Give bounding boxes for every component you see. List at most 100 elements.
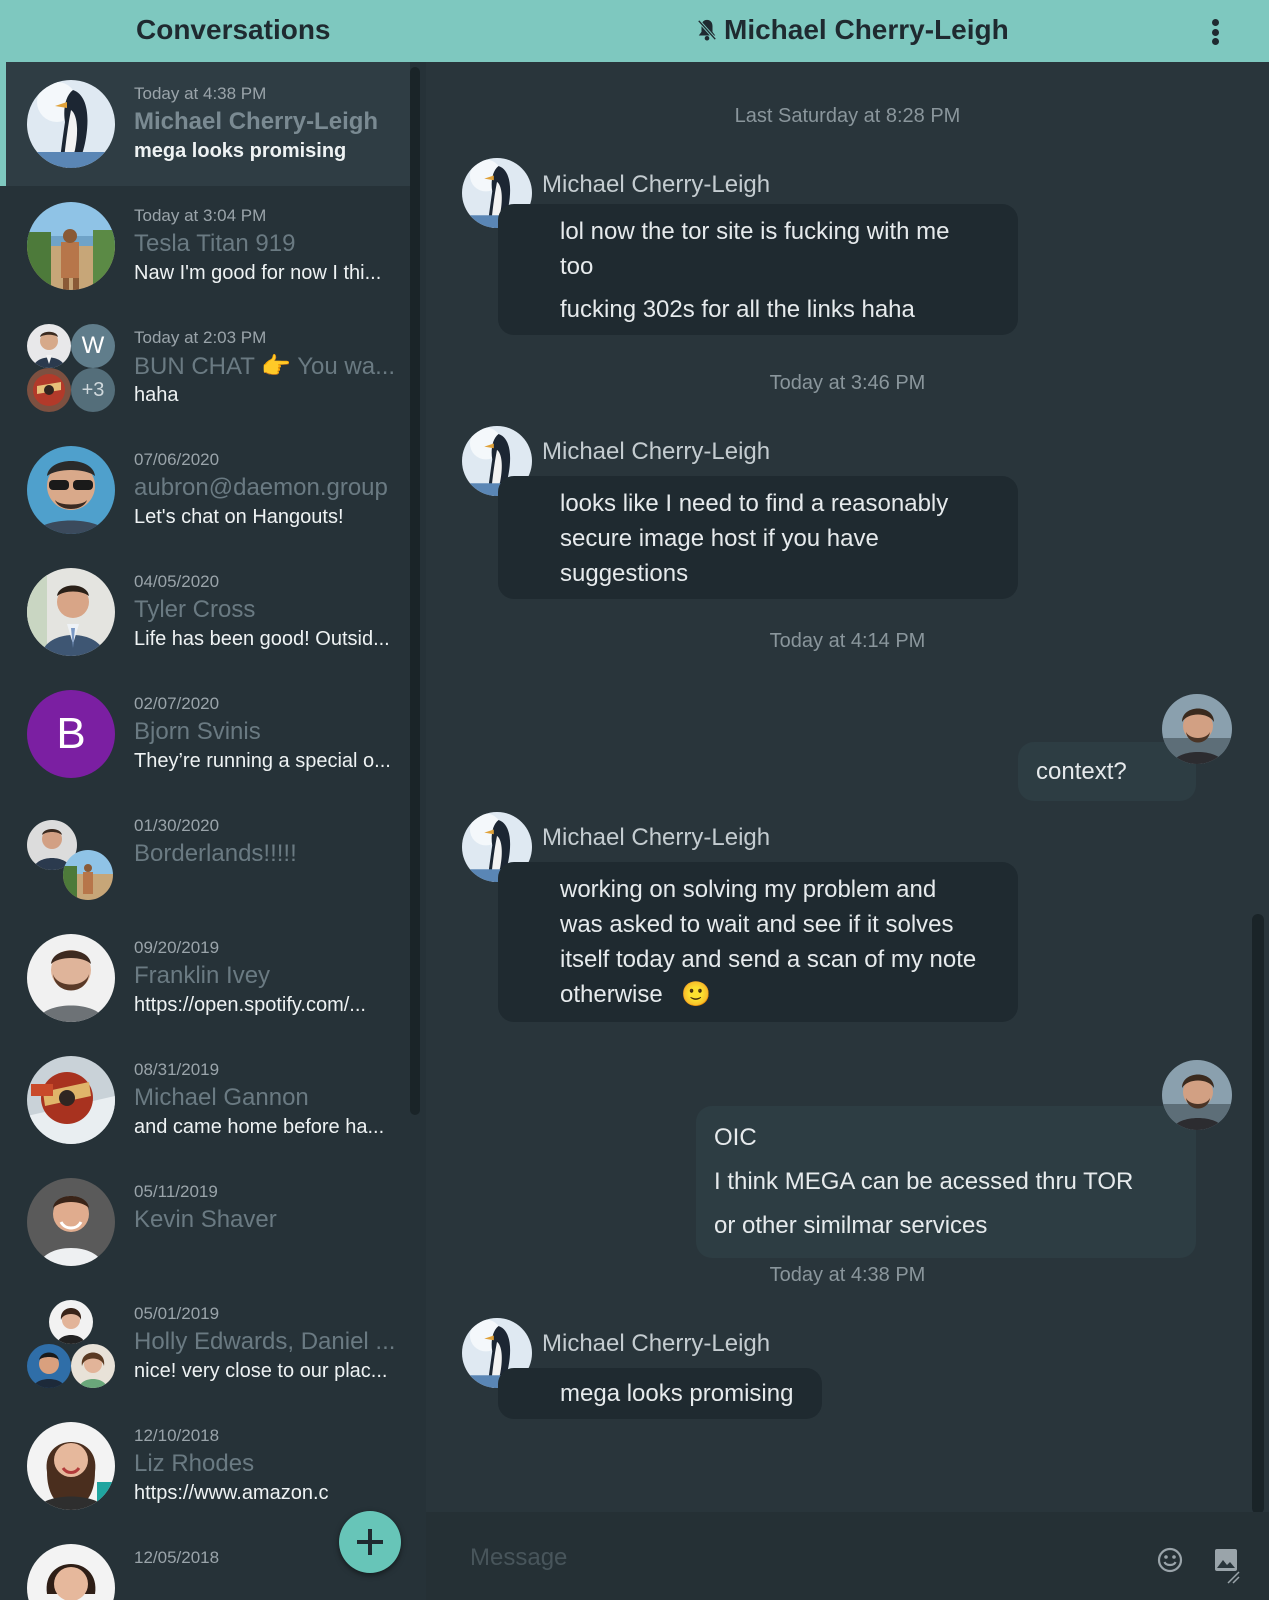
conversation-date: 12/05/2018 (134, 1548, 220, 1567)
conversation-list[interactable]: Today at 4:38 PM Michael Cherry-Leigh me… (0, 62, 424, 1600)
avatar (27, 446, 115, 534)
conversation-item-borderlands[interactable]: 01/30/2020 Borderlands!!!!! (0, 794, 410, 918)
conversation-item-tesla-titan-919[interactable]: Today at 3:04 PM Tesla Titan 919 Naw I'm… (0, 184, 410, 308)
message-text: OIC (714, 1124, 757, 1151)
avatar: B (27, 690, 115, 778)
avatar (27, 324, 71, 368)
message-text: fucking 302s for all the links haha (560, 296, 915, 323)
conversation-item-bjorn-svinis[interactable]: B 02/07/2020 Bjorn Svinis They’re runnin… (0, 672, 410, 796)
message-line-with-emoji: otherwise 🙂 (560, 977, 994, 1012)
group-avatar (27, 1300, 117, 1390)
avatar-letter: B (56, 709, 86, 758)
conversation-item-tyler-cross[interactable]: 04/05/2020 Tyler Cross Life has been goo… (0, 550, 410, 674)
conversation-preview: They’re running a special o... (134, 750, 391, 772)
chat-panel[interactable]: Last Saturday at 8:28 PM Michael Cherry-… (426, 62, 1269, 1600)
conversation-date: 04/05/2020 (134, 572, 220, 591)
conversation-item-kevin-shaver[interactable]: 05/11/2019 Kevin Shaver (0, 1160, 410, 1284)
conversation-item-bun-chat[interactable]: W +3 Today at 2:03 PM BUN CHAT 👉 You wa.… (0, 306, 410, 430)
message-bubble[interactable]: mega looks promising (498, 1368, 822, 1419)
conversation-name: Tyler Cross (134, 596, 256, 623)
plus-icon (357, 1529, 383, 1555)
sender-name: Michael Cherry-Leigh (542, 171, 771, 198)
conversation-preview: https://open.spotify.com/... (134, 994, 366, 1016)
time-separator: Today at 4:38 PM (769, 1264, 926, 1286)
message-bubble[interactable]: working on solving my problem and was as… (498, 862, 1018, 1022)
avatar (27, 568, 115, 656)
conversation-date: 12/10/2018 (134, 1426, 220, 1445)
message-input[interactable] (470, 1540, 1110, 1576)
conversations-title: Conversations (136, 14, 331, 45)
conversation-name: Michael Gannon (134, 1084, 309, 1111)
conversation-preview: Naw I'm good for now I thi... (134, 262, 382, 284)
conversation-preview: mega looks promising (134, 140, 347, 162)
avatar (27, 1344, 71, 1388)
avatar (27, 1544, 115, 1600)
menu-dot (1211, 28, 1219, 36)
group-avatar (27, 812, 117, 902)
message-composer (426, 1512, 1269, 1600)
my-avatar[interactable] (1162, 694, 1232, 764)
message-text: too (560, 253, 594, 280)
conversation-date: 05/11/2019 (134, 1182, 218, 1201)
conversation-date: 08/31/2019 (134, 1060, 220, 1079)
chat-header[interactable]: Michael Cherry-Leigh (696, 14, 1009, 46)
conversation-date: 09/20/2019 (134, 938, 220, 957)
message-text: otherwise (560, 981, 670, 1008)
conversation-item-liz-rhodes[interactable]: 12/10/2018 Liz Rhodes https://www.amazon… (0, 1404, 410, 1528)
conversation-item-michael-gannon[interactable]: 08/31/2019 Michael Gannon and came home … (0, 1038, 410, 1162)
message-bubble[interactable]: lol now the tor site is fucking with me … (498, 204, 1018, 335)
sidebar-scrollbar[interactable] (410, 67, 420, 1115)
message-text: secure image host if you have (560, 525, 879, 552)
conversation-item-michael-cherry-leigh[interactable]: Today at 4:38 PM Michael Cherry-Leigh me… (0, 62, 410, 186)
avatar (63, 850, 113, 900)
conversation-name: Michael Cherry-Leigh (134, 108, 379, 135)
new-conversation-button[interactable] (339, 1511, 401, 1573)
conversation-date: Today at 3:04 PM (134, 206, 267, 225)
messenger-app: Conversations Michael Cherry-Leigh Today… (0, 0, 1269, 1600)
avatar (27, 934, 115, 1022)
conversation-name: Kevin Shaver (134, 1206, 277, 1233)
avatar (27, 80, 115, 168)
conversation-name: BUN CHAT 👉 You wa... (134, 353, 396, 380)
emoji-button[interactable] (1156, 1546, 1184, 1574)
sender-name: Michael Cherry-Leigh (542, 438, 771, 465)
message-text: context? (1036, 758, 1127, 785)
time-separator: Last Saturday at 8:28 PM (734, 105, 961, 127)
avatar-more-count: +3 (81, 378, 105, 401)
conversation-name: Holly Edwards, Daniel ... (134, 1328, 396, 1355)
group-avatar: W +3 (27, 324, 117, 414)
avatar (49, 1300, 93, 1344)
message-bubble-outgoing[interactable]: OIC I think MEGA can be acessed thru TOR… (696, 1106, 1196, 1258)
message-text: suggestions (560, 560, 689, 587)
avatar (27, 1422, 115, 1510)
conversation-item-franklin-ivey[interactable]: 09/20/2019 Franklin Ivey https://open.sp… (0, 916, 410, 1040)
smile-emoji: 🙂 (681, 981, 712, 1008)
avatar (27, 368, 71, 412)
message-bubble[interactable]: looks like I need to find a reasonably s… (498, 476, 1018, 599)
message-text: I think MEGA can be acessed thru TOR (714, 1168, 1134, 1195)
message-text: looks like I need to find a reasonably (560, 490, 949, 517)
conversation-item-holly-edwards[interactable]: 05/01/2019 Holly Edwards, Daniel ... nic… (0, 1282, 410, 1406)
avatar: W (71, 324, 115, 368)
message-text: lol now the tor site is fucking with me (560, 218, 950, 245)
avatar-letter: W (81, 332, 105, 359)
message-text: itself today and send a scan of my note (560, 946, 977, 973)
chat-scrollbar[interactable] (1252, 914, 1264, 1514)
message-text: was asked to wait and see if it solves (560, 911, 954, 938)
avatar (27, 1056, 115, 1144)
emoji-icon (1157, 1547, 1183, 1573)
conversation-name: Franklin Ivey (134, 962, 271, 989)
avatar (27, 202, 115, 290)
time-separator: Today at 4:14 PM (769, 630, 926, 652)
conversation-date: Today at 4:38 PM (134, 84, 267, 103)
avatar (27, 1178, 115, 1266)
conversation-item-aubron[interactable]: 07/06/2020 aubron@daemon.group Let's cha… (0, 428, 410, 552)
conversation-preview: and came home before ha... (134, 1116, 385, 1138)
conversation-preview: https://www.amazon.c (134, 1482, 329, 1504)
more-menu-button[interactable] (1200, 14, 1230, 50)
sender-name: Michael Cherry-Leigh (542, 1330, 771, 1357)
resize-handle-icon[interactable] (1226, 1570, 1240, 1584)
conversation-preview: haha (134, 384, 179, 406)
my-avatar[interactable] (1162, 1060, 1232, 1130)
more-vertical-icon (1211, 19, 1219, 26)
